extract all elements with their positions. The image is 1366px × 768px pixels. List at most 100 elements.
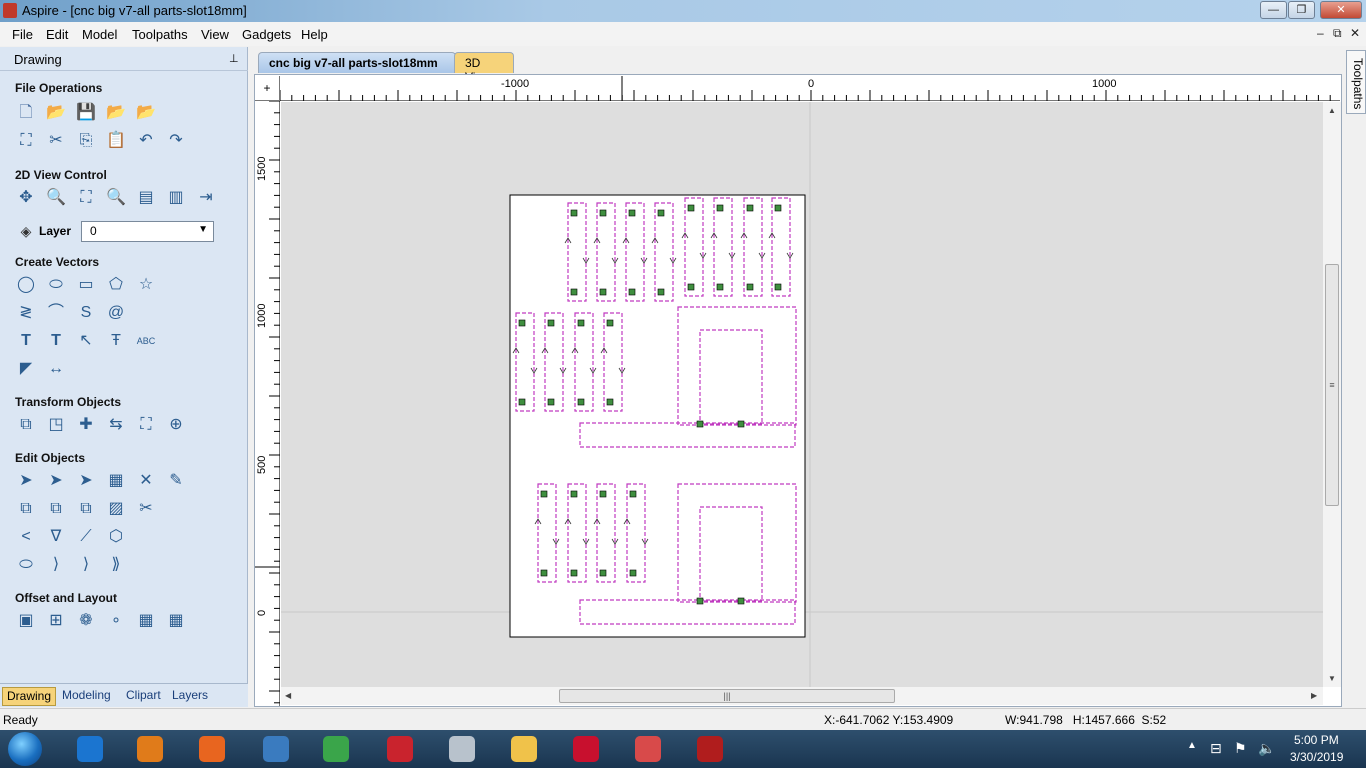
flag-icon[interactable]: ⚑: [1234, 740, 1247, 757]
copy-along-icon[interactable]: ∘: [105, 610, 127, 632]
ellipse-icon[interactable]: ⬭: [45, 274, 67, 296]
maximize-button[interactable]: ❐: [1288, 1, 1315, 19]
subtract-icon[interactable]: ⧉: [45, 498, 67, 520]
taskbar-paint-tool-button[interactable]: [432, 730, 490, 768]
vscroll-thumb[interactable]: ≡: [1325, 264, 1339, 506]
drawing-canvas[interactable]: [281, 102, 1323, 687]
clock-time[interactable]: 5:00 PM: [1294, 733, 1339, 747]
scroll-down-icon[interactable]: ▼: [1328, 674, 1336, 683]
taskbar-vmware-button[interactable]: [246, 730, 304, 768]
minimize-button[interactable]: —: [1260, 1, 1287, 19]
new-file-icon[interactable]: 🗋: [15, 102, 37, 124]
taskbar-chrome-button[interactable]: [306, 730, 364, 768]
network-icon[interactable]: ⊟: [1210, 740, 1222, 757]
menu-model[interactable]: Model: [82, 27, 117, 42]
taskbar-media-player-button[interactable]: [120, 730, 178, 768]
menu-toolpaths[interactable]: Toolpaths: [132, 27, 188, 42]
scroll-up-icon[interactable]: ▲: [1328, 106, 1336, 115]
tab-toolpaths[interactable]: Toolpaths: [1346, 50, 1366, 114]
taskbar-internet-explorer-button[interactable]: [60, 730, 118, 768]
offset-icon[interactable]: ▣: [15, 610, 37, 632]
ruler-corner[interactable]: +: [255, 76, 280, 101]
paste-icon[interactable]: 📋: [105, 130, 127, 152]
title-bar[interactable]: Aspire - [cnc big v7-all parts-slot18mm]…: [0, 0, 1366, 22]
taskbar-acrobat-button[interactable]: [556, 730, 614, 768]
menu-file[interactable]: File: [12, 27, 33, 42]
menu-gadgets[interactable]: Gadgets: [242, 27, 291, 42]
scale-icon[interactable]: ◳: [45, 414, 67, 436]
menu-view[interactable]: View: [201, 27, 229, 42]
import-vectors-icon[interactable]: 📂: [135, 102, 157, 124]
close-vector-icon[interactable]: ∇: [45, 526, 67, 548]
scroll-right-icon[interactable]: ▶: [1311, 691, 1317, 700]
tab-3d-view[interactable]: 3D View: [454, 52, 514, 84]
transform-select-icon[interactable]: ➤: [75, 470, 97, 492]
vertical-scrollbar[interactable]: ▲ ≡ ▼: [1323, 102, 1341, 687]
measure-tool-icon[interactable]: ✎: [165, 470, 187, 492]
grid-copy-icon[interactable]: ▦: [135, 610, 157, 632]
spiral-icon[interactable]: @: [105, 302, 127, 324]
text-icon[interactable]: T: [15, 330, 37, 352]
zoom-selection-icon[interactable]: 🔍: [105, 187, 127, 209]
mdi-restore-button[interactable]: ⧉: [1333, 26, 1342, 41]
dimension-icon[interactable]: ◤: [15, 358, 37, 380]
circular-array-icon[interactable]: ❁: [75, 610, 97, 632]
mdi-minimize-button[interactable]: –: [1317, 26, 1324, 40]
fit-job-icon[interactable]: ⛶: [15, 130, 37, 152]
save-icon[interactable]: 💾: [75, 102, 97, 124]
hscroll-thumb[interactable]: |||: [559, 689, 895, 703]
auto-layout-text-icon[interactable]: Ŧ: [105, 330, 127, 352]
tab-layers[interactable]: Layers: [168, 687, 212, 706]
rotate-icon[interactable]: ✚: [75, 414, 97, 436]
view-split-icon[interactable]: ▤: [135, 187, 157, 209]
curve-fit-icon[interactable]: ⬭: [15, 554, 37, 576]
open-folder-icon[interactable]: 📂: [45, 102, 67, 124]
undo-icon[interactable]: ↶: [135, 130, 157, 152]
fillet-icon[interactable]: ▨: [105, 498, 127, 520]
clock-date[interactable]: 3/30/2019: [1290, 750, 1343, 764]
view-3d-icon[interactable]: ⇥: [195, 187, 217, 209]
material-sheet[interactable]: [509, 194, 806, 638]
text-arc-icon[interactable]: ABC: [135, 330, 157, 352]
bracket-icon[interactable]: ⟩: [45, 554, 67, 576]
taskbar-firefox-button[interactable]: [182, 730, 240, 768]
horizontal-scrollbar[interactable]: ◀ ||| ▶: [281, 687, 1323, 705]
trim-icon[interactable]: ✕: [135, 470, 157, 492]
polygon-icon[interactable]: ⬠: [105, 274, 127, 296]
tab-document[interactable]: cnc big v7-all parts-slot18mm: [258, 52, 456, 73]
text-on-curve-icon[interactable]: ↖: [75, 330, 97, 352]
nesting-icon[interactable]: ▦: [165, 610, 187, 632]
tray-expand-icon[interactable]: ▲: [1187, 740, 1197, 751]
measure-icon[interactable]: ↔: [45, 358, 67, 380]
weld-icon[interactable]: ⧉: [15, 498, 37, 520]
curve-icon[interactable]: S: [75, 302, 97, 324]
partial-icon[interactable]: ⟫: [105, 554, 127, 576]
view-horizontal-icon[interactable]: ▥: [165, 187, 187, 209]
interactive-icon[interactable]: ▦: [105, 470, 127, 492]
copy-icon[interactable]: ⎘: [75, 130, 97, 152]
arc-fit-icon[interactable]: ⟩: [75, 554, 97, 576]
taskbar-aspire-button[interactable]: [680, 730, 738, 768]
array-copy-icon[interactable]: ⊞: [45, 610, 67, 632]
move-icon[interactable]: ⧉: [15, 414, 37, 436]
mirror-icon[interactable]: ⇆: [105, 414, 127, 436]
layer-select[interactable]: 0 ▼: [81, 221, 214, 242]
join-icon[interactable]: <: [15, 526, 37, 548]
zoom-extents-icon[interactable]: ⛶: [75, 187, 97, 209]
menu-edit[interactable]: Edit: [46, 27, 68, 42]
tab-clipart[interactable]: Clipart: [122, 687, 165, 706]
polyline-icon[interactable]: ≷: [15, 302, 37, 324]
extend-icon[interactable]: ⟋: [75, 526, 97, 548]
node-edit-icon[interactable]: ➤: [45, 470, 67, 492]
cnc-sheet-drawing[interactable]: [281, 102, 1323, 687]
volume-icon[interactable]: 🔈: [1258, 740, 1275, 757]
scissors-icon[interactable]: ✂: [135, 498, 157, 520]
zoom-icon[interactable]: 🔍: [45, 187, 67, 209]
align-icon[interactable]: ⊕: [165, 414, 187, 436]
text-frame-icon[interactable]: T: [45, 330, 67, 352]
distort-icon[interactable]: ⛶: [135, 414, 157, 436]
arc-icon[interactable]: ⌒: [45, 302, 67, 324]
mdi-close-button[interactable]: ✕: [1350, 26, 1360, 40]
cut-icon[interactable]: ✂: [45, 130, 67, 152]
intersect-icon[interactable]: ⧉: [75, 498, 97, 520]
